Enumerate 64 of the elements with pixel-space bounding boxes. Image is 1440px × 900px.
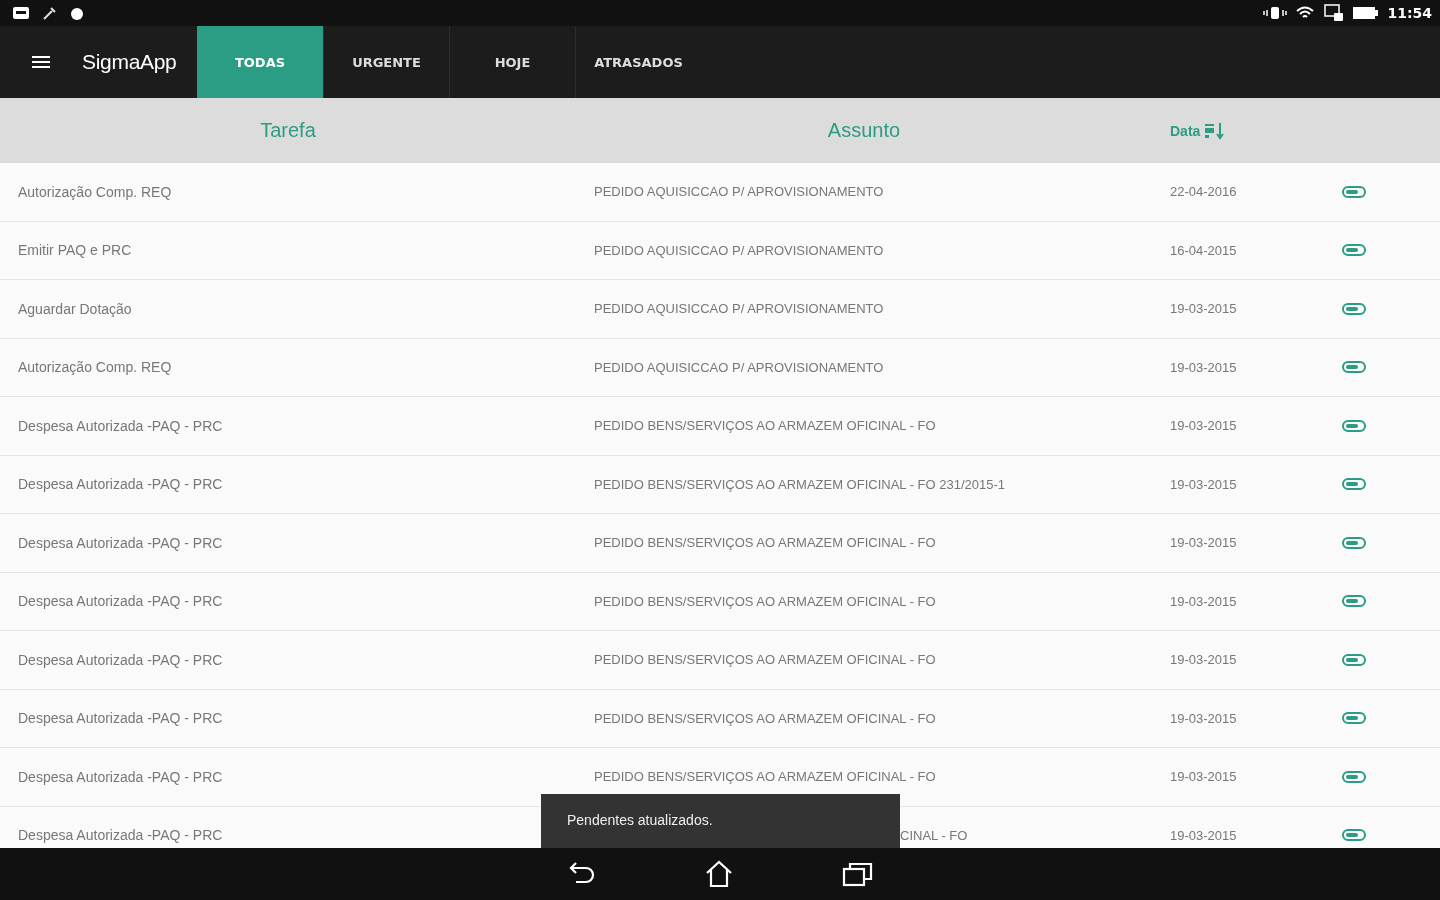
table-cell-text: Despesa Autorizada -PAQ - PRC: [17, 593, 224, 610]
home-icon: [704, 859, 734, 889]
table-cell-text: Despesa Autorizada -PAQ - PRC: [17, 827, 224, 844]
table-cell-text: 19-03-2015: [1169, 827, 1238, 843]
table-cell-text: Emitir PAQ e PRC: [17, 242, 133, 259]
tag-icon: [1342, 770, 1366, 783]
table-cell-text: 22-04-2016: [1169, 184, 1238, 200]
table-cell: PEDIDO AQUISICCAO P/ APROVISIONAMENTO: [594, 242, 884, 258]
clock-time: 11:54: [1387, 5, 1432, 21]
battery-icon: [1353, 6, 1380, 20]
table-cell: PEDIDO AQUISICCAO P/ APROVISIONAMENTO: [594, 359, 884, 375]
table-cell-text: 19-03-2015: [1169, 301, 1238, 317]
table-cell-text: Despesa Autorizada -PAQ - PRC: [17, 417, 224, 434]
table-cell-text: Autorização Comp. REQ: [17, 183, 173, 200]
tag-icon: [1342, 244, 1366, 257]
tag-icon: [1342, 595, 1366, 608]
tag-icon: [1342, 536, 1366, 549]
table-cell-text: 19-03-2015: [1169, 593, 1238, 609]
column-header[interactable]: Assunto: [576, 119, 1152, 142]
table-cell-text: Aguardar Dotação: [17, 300, 133, 317]
table-cell-text: 19-03-2015: [1169, 710, 1238, 726]
table-cell: PEDIDO BENS/SERVIÇOS AO ARMAZEM OFICINAL - FO: [594, 710, 936, 726]
table-cell: PEDIDO BENS/SERVIÇOS AO ARMAZEM OFICINAL - FO: [594, 535, 936, 551]
column-header[interactable]: Data: [1170, 122, 1201, 139]
tag-icon: [1342, 302, 1366, 315]
tag-icon: [1342, 712, 1366, 725]
app-title: SigmaApp: [82, 49, 178, 75]
notification-card-icon: [12, 6, 30, 20]
tag-icon: [1342, 361, 1366, 374]
sort-icon: [1204, 121, 1227, 140]
table-cell-text: 19-03-2015: [1169, 652, 1238, 668]
table-cell-text: Despesa Autorizada -PAQ - PRC: [17, 651, 224, 668]
table-cell-text: Despesa Autorizada -PAQ - PRC: [17, 768, 224, 785]
table-cell: PEDIDO BENS/SERVIÇOS AO ARMAZEM OFICINAL - FO: [594, 418, 936, 434]
table-cell: CINAL - FO: [900, 827, 968, 843]
table-cell-text: Despesa Autorizada -PAQ - PRC: [17, 476, 224, 493]
table-cell: PEDIDO BENS/SERVIÇOS AO ARMAZEM OFICINAL - FO: [594, 593, 936, 609]
table-cell-text: Autorização Comp. REQ: [17, 359, 173, 376]
table-cell-text: 19-03-2015: [1169, 359, 1238, 375]
screen-lock-icon: [1323, 4, 1346, 22]
wrench-icon: [42, 5, 58, 21]
table-cell: PEDIDO AQUISICCAO P/ APROVISIONAMENTO: [594, 301, 884, 317]
table-cell: PEDIDO BENS/SERVIÇOS AO ARMAZEM OFICINAL - FO: [594, 769, 936, 785]
table-cell: PEDIDO BENS/SERVIÇOS AO ARMAZEM OFICINAL - FO: [594, 652, 936, 668]
tag-icon: [1342, 419, 1366, 432]
table-cell-text: 16-04-2015: [1169, 242, 1238, 258]
tag-icon: [1342, 829, 1366, 842]
column-header[interactable]: Tarefa: [0, 119, 576, 142]
table-cell-text: Despesa Autorizada -PAQ - PRC: [17, 534, 224, 551]
table-cell-text: Despesa Autorizada -PAQ - PRC: [17, 710, 224, 727]
table-cell: PEDIDO AQUISICCAO P/ APROVISIONAMENTO: [594, 184, 884, 200]
table-cell: PEDIDO BENS/SERVIÇOS AO ARMAZEM OFICINAL - FO 231/2015-1: [594, 476, 1006, 492]
table-cell-text: 19-03-2015: [1169, 535, 1238, 551]
table-cell-text: 19-03-2015: [1169, 769, 1238, 785]
tag-icon: [1342, 653, 1366, 666]
table-cell-text: 19-03-2015: [1169, 418, 1238, 434]
vibrate-icon: [1263, 5, 1288, 21]
toast-message: Pendentes atualizados.: [541, 794, 900, 848]
menu-icon: [32, 55, 50, 69]
tag-icon: [1342, 478, 1366, 491]
tab[interactable]: TODAS: [197, 26, 323, 98]
tag-icon: [1342, 185, 1366, 198]
table-cell-text: 19-03-2015: [1169, 476, 1238, 492]
recent-apps-icon: [842, 861, 874, 887]
